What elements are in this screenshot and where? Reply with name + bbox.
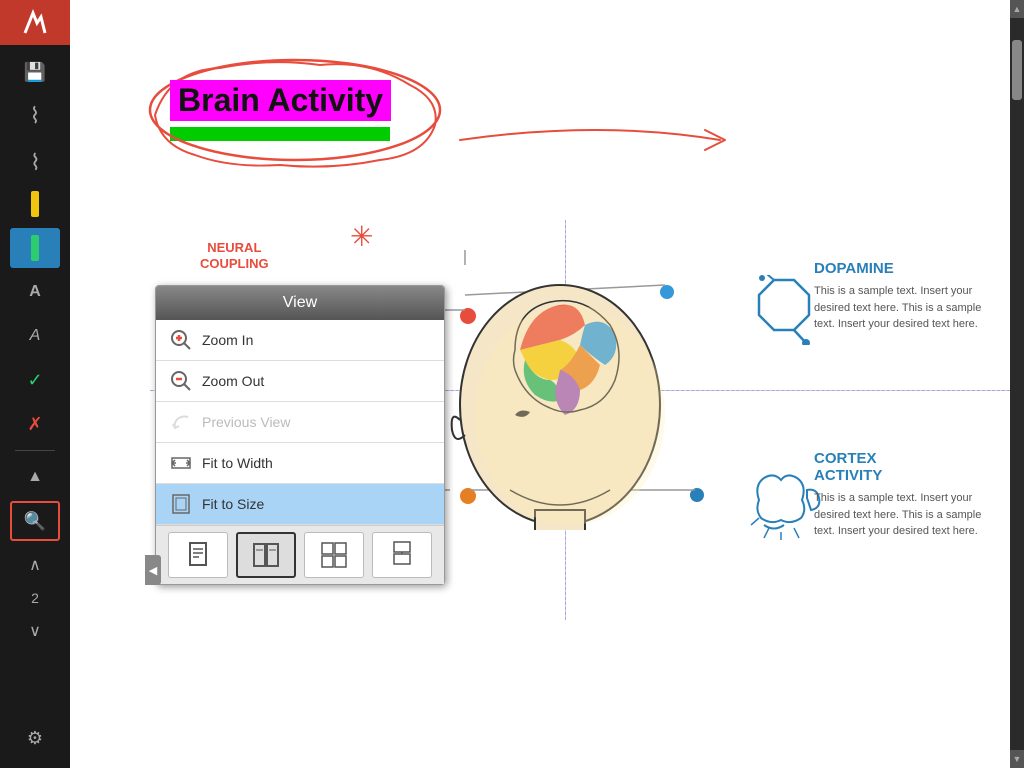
fit-to-width-item[interactable]: Fit to Width xyxy=(156,443,444,484)
scroll-up-arrow[interactable]: ▲ xyxy=(1010,0,1024,18)
marker-icon xyxy=(31,191,39,217)
brain-activity-title: Brain Activity xyxy=(170,80,391,121)
cortex-text: This is a sample text. Insert your desir… xyxy=(814,490,1004,540)
search-button[interactable]: 🔍 xyxy=(10,501,60,541)
zoom-out-label: Zoom Out xyxy=(202,373,264,389)
grid-view-button[interactable] xyxy=(304,532,364,578)
expand-button[interactable]: ∧ xyxy=(10,545,60,585)
scroll-down-button[interactable]: ∨ xyxy=(10,611,60,651)
check-button[interactable]: ✓ xyxy=(10,360,60,400)
up-arrow-icon: ▲ xyxy=(27,468,43,486)
check-icon: ✓ xyxy=(27,370,42,391)
sidebar: 💾 ⌇ ⌇ A A ✓ ✗ ▲ 🔍 ∧ 2 ∨ ⚙ xyxy=(0,0,70,768)
fit-to-size-label: Fit to Size xyxy=(202,496,264,512)
two-page-button[interactable] xyxy=(236,532,296,578)
text-a2-button[interactable]: A xyxy=(10,316,60,356)
wave-tool-1-button[interactable]: ⌇ xyxy=(10,96,60,136)
cortex-title: CORTEXACTIVITY xyxy=(814,450,1004,484)
marker-button[interactable] xyxy=(10,184,60,224)
cross-icon: ✗ xyxy=(27,414,42,435)
dopamine-text: This is a sample text. Insert your desir… xyxy=(814,283,1004,333)
save-button[interactable]: 💾 xyxy=(10,52,60,92)
previous-view-label: Previous View xyxy=(202,414,290,430)
divider-1 xyxy=(15,450,55,451)
fit-width-icon xyxy=(170,452,192,474)
highlight-icon xyxy=(31,235,39,261)
settings-icon: ⚙ xyxy=(27,728,43,749)
scroll-up-button[interactable]: ▲ xyxy=(10,457,60,497)
wave2-icon: ⌇ xyxy=(30,147,41,173)
zoom-in-icon xyxy=(170,329,192,351)
app-logo xyxy=(0,0,70,45)
view-menu-title: View xyxy=(156,286,444,320)
collapse-menu-arrow[interactable]: ◀ xyxy=(145,555,161,585)
view-menu: View Zoom In Zoom Ou xyxy=(155,285,445,585)
highlight-button[interactable] xyxy=(10,228,60,268)
dopamine-info: DOPAMINE This is a sample text. Insert y… xyxy=(814,260,1004,333)
scroll-thumb[interactable] xyxy=(1012,40,1022,100)
layout-icons-row xyxy=(156,525,444,584)
scrollbar[interactable]: ▲ ▼ xyxy=(1010,0,1024,768)
zoom-in-label: Zoom In xyxy=(202,332,253,348)
molecule-dopamine xyxy=(744,275,824,350)
cortex-info: CORTEXACTIVITY This is a sample text. In… xyxy=(814,450,1004,540)
fit-to-size-item[interactable]: Fit to Size xyxy=(156,484,444,525)
text-a2-icon: A xyxy=(30,327,41,345)
dopamine-title: DOPAMINE xyxy=(814,260,1004,277)
brain-diagram xyxy=(420,250,700,530)
wave-tool-2-button[interactable]: ⌇ xyxy=(10,140,60,180)
text-a1-icon: A xyxy=(29,283,41,301)
zoom-in-item[interactable]: Zoom In xyxy=(156,320,444,361)
fit-size-icon xyxy=(170,493,192,515)
scroll-down-arrow[interactable]: ▼ xyxy=(1010,750,1024,768)
save-icon: 💾 xyxy=(24,62,46,83)
wave1-icon: ⌇ xyxy=(30,103,41,129)
text-a1-button[interactable]: A xyxy=(10,272,60,312)
previous-view-item[interactable]: Previous View xyxy=(156,402,444,443)
logo-icon xyxy=(17,5,53,41)
title-area: Brain Activity xyxy=(170,80,391,141)
single-page-button[interactable] xyxy=(168,532,228,578)
expand-icon: ∧ xyxy=(29,555,41,575)
settings-button[interactable]: ⚙ xyxy=(10,718,60,758)
previous-view-icon xyxy=(170,411,192,433)
cross-button[interactable]: ✗ xyxy=(10,404,60,444)
scroll-view-button[interactable] xyxy=(372,532,432,578)
zoom-out-item[interactable]: Zoom Out xyxy=(156,361,444,402)
arrow-annotation xyxy=(450,110,750,170)
fit-to-width-label: Fit to Width xyxy=(202,455,273,471)
main-content: Brain Activity NEURAL COUPLING ✳ xyxy=(70,0,1024,768)
neural-star: ✳ xyxy=(350,220,373,253)
page-number: 2 xyxy=(31,590,39,606)
down-arrow-icon: ∨ xyxy=(29,621,41,641)
search-icon: 🔍 xyxy=(24,511,46,532)
zoom-out-icon xyxy=(170,370,192,392)
